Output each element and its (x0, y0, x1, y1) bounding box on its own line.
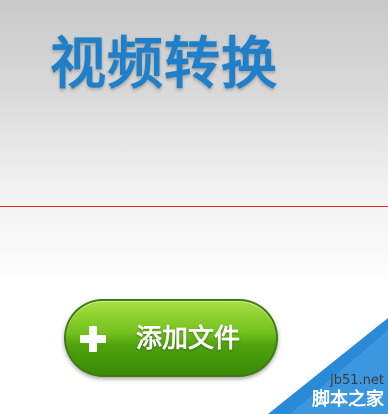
watermark-url: jb51.net (330, 373, 384, 388)
add-file-button[interactable]: 添加文件 (64, 299, 278, 377)
page-title: 视频转换 (50, 32, 278, 97)
header-panel: 视频转换 (0, 0, 388, 206)
add-file-label: 添加文件 (136, 324, 241, 354)
plus-icon (80, 326, 106, 352)
watermark-site-name: 脚本之家 (312, 389, 384, 410)
